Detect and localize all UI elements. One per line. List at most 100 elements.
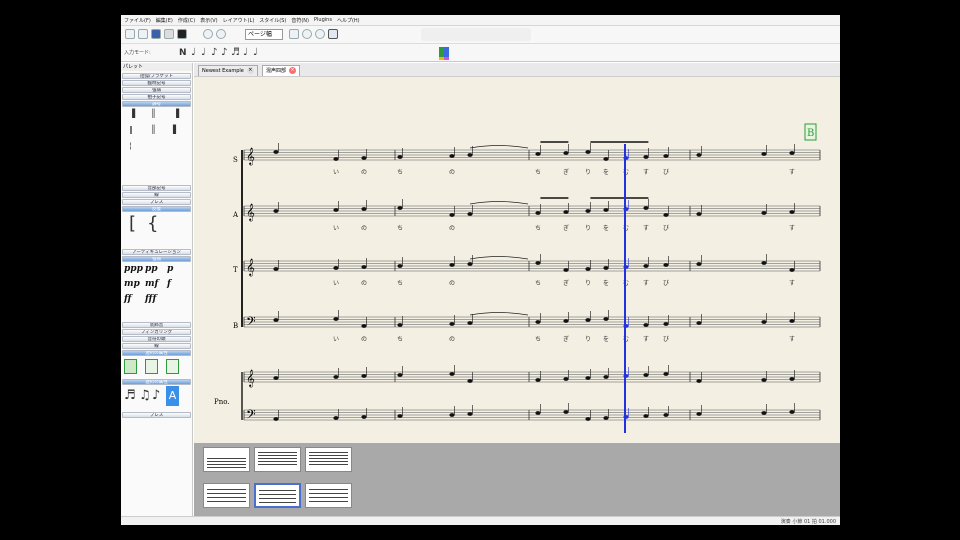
dynamic-mf[interactable]: mf [145,279,158,289]
beam-auto-icon[interactable]: A [166,386,179,406]
new-file-icon[interactable] [125,29,135,39]
palette-section-dynamics[interactable]: 強弱 [122,256,191,262]
redo-icon[interactable] [216,29,226,39]
note-duration-4[interactable]: ♪ [221,46,227,60]
palette-section-keysig[interactable]: 調号 [122,101,191,107]
palette-section-tremolo[interactable]: 線 [122,343,191,349]
page-thumb-2[interactable] [254,447,301,472]
palette-section-more[interactable]: ブレス [122,412,191,418]
page-thumb-current[interactable] [254,483,301,508]
tab-current-score[interactable]: 混声四部 × [262,65,301,76]
barline-icon[interactable]: ▐ [129,109,135,118]
stop-icon[interactable] [302,29,312,39]
staves: 𝄞 𝄞 𝄞 𝄢 𝄞 𝄢 [241,147,821,425]
page-thumb-4[interactable] [203,483,250,508]
loop-icon[interactable] [315,29,325,39]
score-svg[interactable]: 𝄞𝄞𝄞𝄢𝄞𝄢 いのちのちぎりをむすびすいのちのちぎりをむすびすいのちのちぎりをむ… [194,77,840,443]
open-file-icon[interactable] [138,29,148,39]
beam-middle-icon[interactable]: ♫ [139,388,151,403]
score-canvas[interactable]: 𝄞 𝄞 𝄞 𝄢 𝄞 𝄢 いのちのちぎりをむすびすいのちのちぎりをむすびすいのちのちぎりをむ… [194,77,840,443]
note-duration-3[interactable]: ♪ [211,46,217,60]
palette-section-beam-props[interactable]: 連桁の属性 [122,379,191,385]
menu-file[interactable]: ファイル(F) [124,17,151,24]
rewind-icon[interactable] [289,29,299,39]
palette-section-fingering[interactable]: フィンガリング [122,329,191,335]
menu-layout[interactable]: レイアウト(L) [223,17,255,24]
barline-thick-icon[interactable]: ▌ [173,125,179,134]
print-icon[interactable] [164,29,174,39]
notehead [273,209,279,213]
lyric-syllable: り [585,169,591,176]
notehead [563,319,569,323]
dynamic-pp[interactable]: pp [145,264,158,274]
palette-section-dynamics-top[interactable]: 強弱 [122,87,191,93]
beam-start-icon[interactable]: ♬ [124,388,136,403]
save-icon[interactable] [151,29,161,39]
voice-color-icon[interactable] [439,47,449,57]
brace-icon[interactable]: { [147,213,158,234]
palette-section-clefs[interactable]: 音部記号 [122,185,191,191]
bracket-icon[interactable]: [ [129,213,136,234]
page-thumb-3[interactable] [305,447,352,472]
tie [469,145,529,149]
menu-plugins[interactable]: Plugins [314,17,332,23]
palette-section-lines[interactable]: 線 [122,192,191,198]
notehead [643,323,649,327]
close-icon[interactable]: × [246,67,254,74]
menu-help[interactable]: ヘルプ(H) [337,17,360,24]
notehead [696,379,702,383]
barline-double-icon[interactable]: ║ [151,109,156,118]
notehead [535,152,541,156]
menu-edit[interactable]: 編集(E) [156,17,173,24]
lyric-syllable: す [643,336,649,343]
undo-icon[interactable] [203,29,213,39]
zoom-select[interactable]: ページ幅 [245,29,283,40]
voice-color-icon-2[interactable] [439,57,449,60]
barline-dotted-icon[interactable]: ¦ [129,141,132,150]
text-icon[interactable] [166,359,179,374]
tab-newest-example[interactable]: Newest Example × [198,65,258,76]
menu-notes[interactable]: 音符(N) [291,17,309,24]
close-icon[interactable]: × [289,67,297,74]
dynamic-ppp[interactable]: ppp [124,264,143,274]
pdf-export-icon[interactable] [177,29,187,39]
note-duration-5[interactable]: ♬ [231,46,240,60]
dynamic-p[interactable]: p [167,264,173,274]
lyric-syllable: の [361,280,367,287]
palette-section-breath[interactable]: ブレス [122,199,191,205]
dynamic-ff[interactable]: ff [124,294,131,304]
lyric-syllable: ぎ [563,168,569,176]
palette-section-repeats[interactable]: 反復 [122,206,191,212]
barline-repeat-icon[interactable]: ‖ [129,125,133,134]
palette-section-time[interactable]: 拍子記号 [122,94,191,100]
page-thumb-6[interactable] [305,483,352,508]
note-duration-6[interactable]: ♩ [243,46,248,60]
palette-section-beams[interactable]: 連桁の属性 [122,350,191,356]
note-input-toggle[interactable]: N [179,46,187,60]
rehearsal-mark-icon-2[interactable] [145,359,158,374]
dynamic-f[interactable]: f [167,279,171,289]
page-thumb-1[interactable] [203,447,250,472]
barline-final-icon[interactable]: ▐ [173,109,179,118]
page-navigator[interactable] [194,443,840,525]
play-icon[interactable] [328,29,338,39]
note-duration-1[interactable]: ♩ [191,46,196,60]
menu-create[interactable]: 作成(C) [178,17,195,24]
notehead [449,263,455,267]
palette-section-noteheads[interactable]: 音符の頭 [122,336,191,342]
beam-none-icon[interactable]: ♪ [152,388,160,403]
barline-dashed-icon[interactable]: ║ [151,125,156,134]
notehead [789,377,795,381]
note-duration-2[interactable]: ♩ [201,46,206,60]
menu-style[interactable]: スタイル(S) [259,17,286,24]
rehearsal-mark-icon[interactable] [124,359,137,374]
palette-section-ornaments[interactable]: 装飾音 [122,322,191,328]
note-duration-7[interactable]: ♩ [253,46,258,60]
palette-section-articulations[interactable]: アーティキュレーション [122,249,191,255]
palette-section-accidentals[interactable]: 臨時記号 [122,80,191,86]
dynamic-fff[interactable]: fff [145,294,156,304]
notehead [467,262,473,266]
menu-view[interactable]: 表示(V) [200,17,217,24]
palette-section-brackets[interactable]: 括弧/ブラケット [122,73,191,79]
dynamic-mp[interactable]: mp [124,279,140,289]
